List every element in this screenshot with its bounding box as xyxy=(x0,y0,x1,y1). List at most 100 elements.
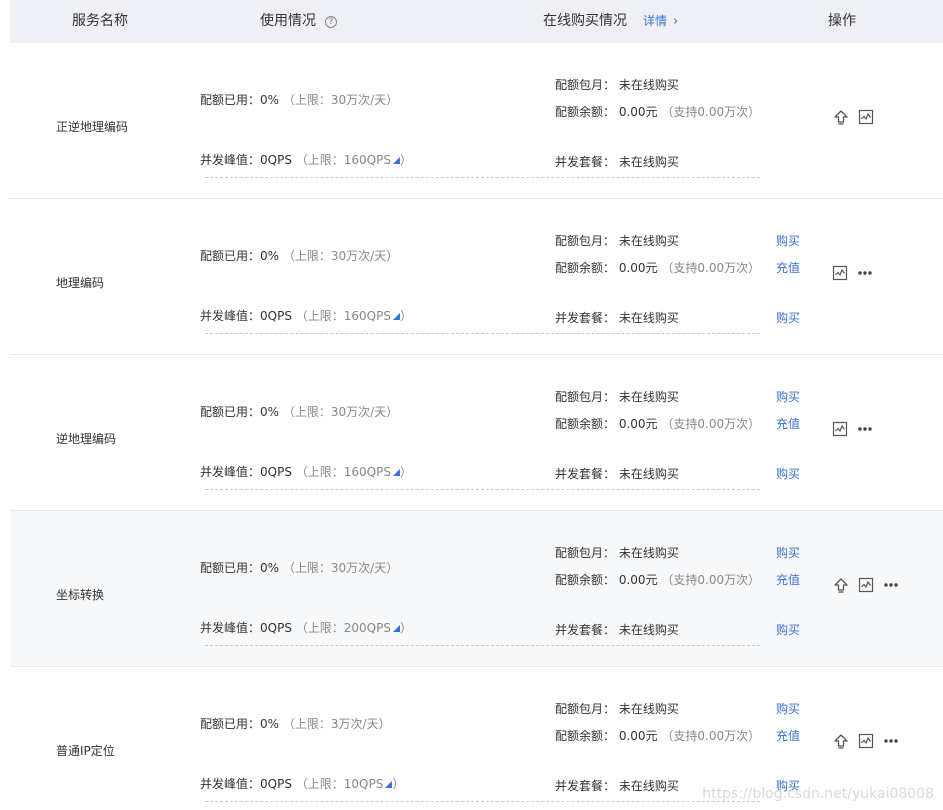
header-online-purchase: 在线购买情况 详情 › xyxy=(543,10,678,30)
quota-used: 配额已用：0% （上限：30万次/天） xyxy=(200,559,398,576)
buy-monthly-link[interactable]: 购买 xyxy=(776,544,800,561)
concurrency-package: 并发套餐： 未在线购买 xyxy=(555,153,679,170)
buy-monthly-link[interactable]: 购买 xyxy=(776,700,800,717)
service-name: 正逆地理编码 xyxy=(56,120,129,134)
quota-limit: （上限：3万次/天） xyxy=(282,717,391,731)
buy-package-link[interactable]: 购买 xyxy=(776,309,800,326)
concurrency-peak-value: 0QPS xyxy=(260,309,292,323)
concurrency-peak: 并发峰值：0QPS （上限：10QPS ） xyxy=(200,775,404,792)
buy-monthly-link[interactable]: 购买 xyxy=(776,232,800,249)
monthly-quota-label: 配额包月： xyxy=(555,390,616,404)
quota-balance: 配额余额： 0.00元 （支持0.00万次） xyxy=(555,259,760,276)
concurrency-package-value: 未在线购买 xyxy=(618,311,679,325)
quota-used-label: 配额已用： xyxy=(200,93,261,107)
help-icon[interactable]: ? xyxy=(325,16,337,28)
quota-balance-value: 0.00元 xyxy=(618,573,658,587)
service-name: 普通IP定位 xyxy=(56,744,115,758)
qps-limit: （上限：10QPS xyxy=(295,777,384,791)
quota-limit: （上限：30万次/天） xyxy=(282,249,399,263)
concurrency-package-label: 并发套餐： xyxy=(555,467,616,481)
quota-used-value: 0% xyxy=(260,93,280,107)
recharge-link[interactable]: 充值 xyxy=(776,415,800,432)
header-service-name: 服务名称 xyxy=(72,13,128,29)
quota-balance-value: 0.00元 xyxy=(618,261,658,275)
quota-balance-label: 配额余额： xyxy=(555,105,616,119)
chart-icon[interactable] xyxy=(858,577,874,593)
chart-icon[interactable] xyxy=(832,421,848,437)
quota-used-label: 配额已用： xyxy=(200,405,261,419)
concurrency-peak-value: 0QPS xyxy=(260,621,292,635)
qps-limit-end: ） xyxy=(392,777,405,791)
chart-icon[interactable] xyxy=(832,265,848,281)
quota-balance: 配额余额： 0.00元 （支持0.00万次） xyxy=(555,571,760,588)
quota-balance: 配额余额： 0.00元 （支持0.00万次） xyxy=(555,415,760,432)
upgrade-icon[interactable] xyxy=(833,109,849,125)
concurrency-peak-value: 0QPS xyxy=(260,153,292,167)
qps-limit-end: ） xyxy=(400,621,413,635)
concurrency-package: 并发套餐： 未在线购买 xyxy=(555,309,679,326)
service-name: 逆地理编码 xyxy=(56,432,117,446)
quota-balance-label: 配额余额： xyxy=(555,729,616,743)
more-icon[interactable] xyxy=(857,265,873,281)
row-operations xyxy=(833,733,908,749)
monthly-quota: 配额包月： 未在线购买 xyxy=(555,544,679,561)
chart-icon[interactable] xyxy=(858,733,874,749)
buy-monthly-link[interactable]: 购买 xyxy=(776,388,800,405)
quota-used-label: 配额已用： xyxy=(200,249,261,263)
quota-balance-note: （支持0.00万次） xyxy=(661,417,761,431)
details-link[interactable]: 详情 xyxy=(643,14,667,28)
quota-balance-note: （支持0.00万次） xyxy=(661,105,761,119)
monthly-quota: 配额包月： 未在线购买 xyxy=(555,388,679,405)
concurrency-package-label: 并发套餐： xyxy=(555,155,616,169)
row-divider xyxy=(205,177,760,178)
qps-limit-end: ） xyxy=(400,153,413,167)
upgrade-icon[interactable] xyxy=(833,733,849,749)
concurrency-package-label: 并发套餐： xyxy=(555,311,616,325)
chevron-right-icon[interactable]: › xyxy=(673,14,678,29)
quota-balance-note: （支持0.00万次） xyxy=(661,261,761,275)
recharge-link[interactable]: 充值 xyxy=(776,727,800,744)
concurrency-peak-label: 并发峰值： xyxy=(200,153,261,167)
buy-package-link[interactable]: 购买 xyxy=(776,465,800,482)
quota-balance: 配额余额： 0.00元 （支持0.00万次） xyxy=(555,727,760,744)
header-usage: 使用情况? xyxy=(260,10,337,30)
service-name: 坐标转换 xyxy=(56,588,105,602)
more-icon[interactable] xyxy=(883,577,899,593)
concurrency-peak-label: 并发峰值： xyxy=(200,465,261,479)
more-icon[interactable] xyxy=(857,421,873,437)
qps-adjust-icon[interactable] xyxy=(393,469,400,476)
qps-adjust-icon[interactable] xyxy=(393,625,400,632)
recharge-link[interactable]: 充值 xyxy=(776,259,800,276)
concurrency-peak: 并发峰值：0QPS （上限：200QPS ） xyxy=(200,619,412,636)
row-operations xyxy=(832,421,882,437)
quota-balance-value: 0.00元 xyxy=(618,729,658,743)
monthly-quota: 配额包月： 未在线购买 xyxy=(555,232,679,249)
table-row: 逆地理编码 配额已用：0% （上限：30万次/天） 并发峰值：0QPS （上限：16… xyxy=(10,355,943,511)
qps-limit: （上限：160QPS xyxy=(295,153,391,167)
qps-limit: （上限：160QPS xyxy=(295,465,391,479)
qps-adjust-icon[interactable] xyxy=(393,313,400,320)
header-usage-label: 使用情况 xyxy=(260,13,316,29)
quota-used: 配额已用：0% （上限：30万次/天） xyxy=(200,247,398,264)
qps-limit-end: ） xyxy=(400,465,413,479)
quota-used-value: 0% xyxy=(260,717,280,731)
concurrency-package-value: 未在线购买 xyxy=(618,155,679,169)
more-icon[interactable] xyxy=(883,733,899,749)
quota-limit: （上限：30万次/天） xyxy=(282,93,399,107)
recharge-link[interactable]: 充值 xyxy=(776,571,800,588)
concurrency-package-label: 并发套餐： xyxy=(555,779,616,793)
qps-adjust-icon[interactable] xyxy=(393,157,400,164)
upgrade-icon[interactable] xyxy=(833,577,849,593)
monthly-quota-label: 配额包月： xyxy=(555,546,616,560)
chart-icon[interactable] xyxy=(858,109,874,125)
monthly-quota: 配额包月： 未在线购买 xyxy=(555,700,679,717)
qps-limit: （上限：200QPS xyxy=(295,621,391,635)
header-operations: 操作 xyxy=(828,13,856,29)
quota-balance-note: （支持0.00万次） xyxy=(661,573,761,587)
quota-balance-label: 配额余额： xyxy=(555,261,616,275)
row-operations xyxy=(833,577,908,593)
quota-used: 配额已用：0% （上限：30万次/天） xyxy=(200,403,398,420)
monthly-quota-label: 配额包月： xyxy=(555,78,616,92)
quota-used-value: 0% xyxy=(260,405,280,419)
buy-package-link[interactable]: 购买 xyxy=(776,621,800,638)
